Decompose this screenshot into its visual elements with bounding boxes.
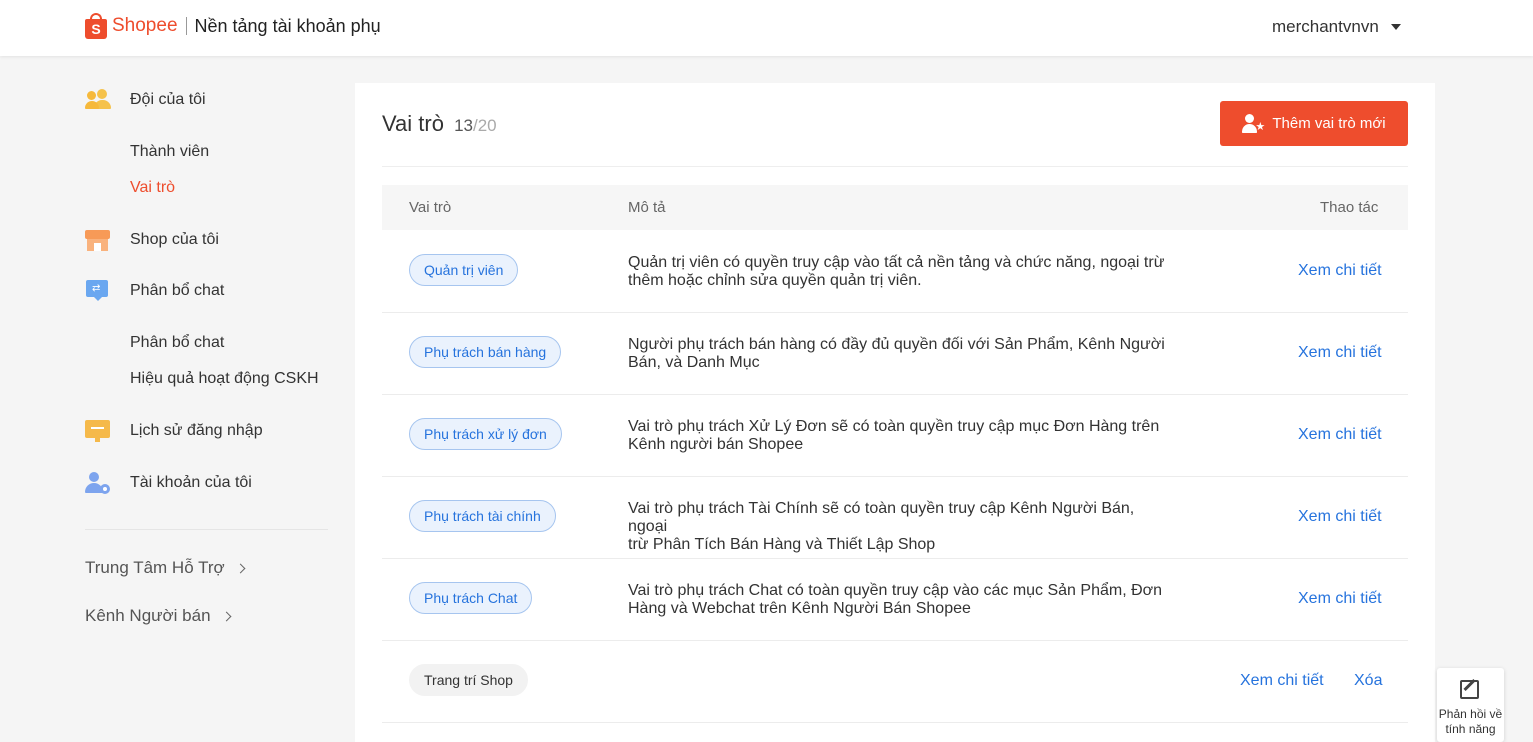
sidebar-item-login-history[interactable]: Lịch sử đăng nhập [85,419,263,443]
seller-centre-label: Kênh Người bán [85,606,211,625]
chevron-right-icon [221,611,232,621]
edit-icon [1460,680,1479,699]
view-details-link[interactable]: Xem chi tiết [1298,590,1382,608]
sidebar-item-my-shop[interactable]: Shop của tôi [85,228,219,252]
shopee-logo[interactable]: S Shopee Nền tảng tài khoản phụ [85,13,381,39]
roles-card: Vai trò 13/20 ★ Thêm vai trò mới Vai trò… [355,83,1435,742]
role-description: Vai trò phụ trách Tài Chính sẽ có toàn q… [628,500,1168,554]
sidebar-item-my-account[interactable]: Tài khoản của tôi [85,471,252,495]
shopee-bag-icon: S [85,13,107,39]
role-tag: Phụ trách xử lý đơn [409,418,562,450]
description-line: thêm hoặc chỉnh sửa quyền quản trị viên. [628,272,922,289]
view-details-link[interactable]: Xem chi tiết [1298,426,1382,444]
user-menu[interactable]: merchantvnvn [1272,17,1401,37]
description-line: Bán, và Danh Mục [628,354,760,371]
caret-down-icon [1390,24,1401,30]
description-line: trừ Phân Tích Bán Hàng và Thiết Lập Shop [628,536,936,553]
view-details-link[interactable]: Xem chi tiết [1298,262,1382,280]
role-tag: Phụ trách Chat [409,582,533,614]
delete-role-link[interactable]: Xóa [1354,672,1382,690]
seller-centre-link[interactable]: Kênh Người bán [85,606,232,626]
role-description: Vai trò phụ trách Xử Lý Đơn sẽ có toàn q… [628,418,1168,454]
column-header-role: Vai trò [409,199,452,216]
table-row: Trang trí Shop Xem chi tiết Xóa [382,641,1408,723]
sidebar-item-label: Tài khoản của tôi [130,474,252,491]
description-line: Quản trị viên có quyền truy cập vào tất … [628,254,1165,271]
sidebar-item-members[interactable]: Thành viên [130,143,209,161]
chevron-right-icon [235,563,246,573]
description-line: Vai trò phụ trách Chat có toàn quyền tru… [628,582,1163,599]
column-header-actions: Thao tác [1320,199,1379,216]
sidebar-item-chat-distribution[interactable]: ⇄ Phân bổ chat [85,279,224,303]
username: merchantvnvn [1272,17,1379,36]
sidebar-item-my-team[interactable]: Đội của tôi [85,88,206,112]
description-line: Vai trò phụ trách Xử Lý Đơn sẽ có toàn q… [628,418,1160,435]
sidebar-item-label: Lịch sử đăng nhập [130,422,263,439]
help-center-link[interactable]: Trung Tâm Hỗ Trợ [85,558,246,578]
monitor-icon [85,420,111,442]
shop-icon [85,229,111,251]
table-row: Quản trị viên Quản trị viên có quyền tru… [382,231,1408,313]
user-settings-icon [85,472,111,494]
role-count: 13 [454,116,473,135]
page-title-text: Vai trò [382,111,444,136]
role-total: /20 [473,116,497,135]
sidebar-divider [85,529,328,530]
top-bar: S Shopee Nền tảng tài khoản phụ merchant… [0,0,1533,56]
sidebar-item-label: Phân bổ chat [130,282,225,299]
table-row: Phụ trách Chat Vai trò phụ trách Chat có… [382,559,1408,641]
portal-title: Nền tảng tài khoản phụ [194,15,381,36]
role-description: Người phụ trách bán hàng có đầy đủ quyền… [628,336,1168,372]
role-description: Quản trị viên có quyền truy cập vào tất … [628,254,1168,290]
role-tag: Phụ trách tài chính [409,500,556,532]
title-divider [382,166,1408,167]
team-icon [85,89,111,111]
feedback-line: Phản hồi về [1438,707,1503,721]
table-row: Phụ trách xử lý đơn Vai trò phụ trách Xử… [382,395,1408,477]
feature-feedback-button[interactable]: Phản hồi về tính năng [1437,668,1504,742]
sidebar-item-label: Đội của tôi [130,91,206,108]
feedback-label: Phản hồi về tính năng [1437,707,1504,737]
description-line: Vai trò phụ trách Tài Chính sẽ có toàn q… [628,500,1135,535]
view-details-link[interactable]: Xem chi tiết [1298,344,1382,362]
role-description: Vai trò phụ trách Chat có toàn quyền tru… [628,582,1168,618]
sidebar-item-chat-assign[interactable]: Phân bổ chat [130,334,224,352]
table-row: Phụ trách bán hàng Người phụ trách bán h… [382,313,1408,395]
role-tag: Trang trí Shop [409,664,528,696]
column-header-description: Mô tả [628,199,666,216]
logo-text: Shopee [112,15,178,36]
description-line: Kênh người bán Shopee [628,436,804,453]
logo-divider [185,17,187,35]
chat-transfer-icon: ⇄ [85,280,111,302]
view-details-link[interactable]: Xem chi tiết [1240,672,1324,690]
table-header: Vai trò Mô tả Thao tác [382,185,1408,230]
add-user-icon: ★ [1242,113,1265,134]
add-role-button[interactable]: ★ Thêm vai trò mới [1220,101,1408,146]
role-tag: Phụ trách bán hàng [409,336,562,368]
table-row: Phụ trách tài chính Vai trò phụ trách Tà… [382,477,1408,559]
description-line: Người phụ trách bán hàng có đầy đủ quyền… [628,336,1165,353]
sidebar-item-label: Shop của tôi [130,231,219,248]
role-tag: Quản trị viên [409,254,519,286]
feedback-line: tính năng [1445,722,1496,736]
description-line: Hàng và Webchat trên Kênh Người Bán Shop… [628,600,971,617]
sidebar-item-cs-performance[interactable]: Hiệu quả hoạt động CSKH [130,370,319,388]
add-role-label: Thêm vai trò mới [1272,115,1386,132]
sidebar-item-roles[interactable]: Vai trò [130,179,175,197]
view-details-link[interactable]: Xem chi tiết [1298,508,1382,526]
page-title: Vai trò 13/20 [382,111,497,137]
help-center-label: Trung Tâm Hỗ Trợ [85,558,225,577]
